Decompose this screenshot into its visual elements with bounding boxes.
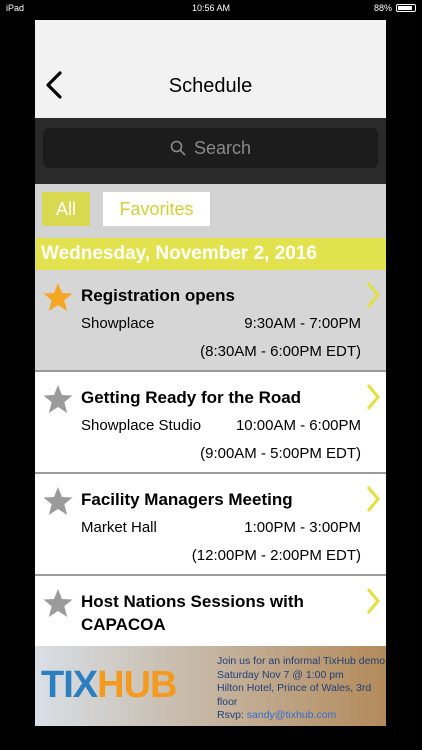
tixhub-logo: TIXHUB (41, 664, 177, 706)
chevron-right-icon (366, 486, 380, 512)
star-icon[interactable] (43, 486, 73, 516)
event-time-edt: (9:00AM - 5:00PM EDT) (200, 445, 361, 462)
app-screen: Schedule Search All Favorites Wednesday,… (35, 20, 386, 726)
chevron-right-icon (366, 588, 380, 614)
star-icon[interactable] (43, 282, 73, 312)
filter-bar: All Favorites (35, 184, 386, 238)
event-time: 9:30AM - 7:00PM (244, 315, 361, 332)
list-item[interactable]: Getting Ready for the Road Showplace Stu… (35, 372, 386, 474)
clock: 10:56 AM (191, 3, 231, 13)
rsvp-email-link[interactable]: sandy@tixhub.com (247, 709, 336, 721)
battery-icon (396, 4, 416, 12)
search-bar: Search (35, 118, 386, 184)
ad-line-1: Join us for an informal TixHub demo (217, 655, 386, 667)
event-location: Market Hall (81, 519, 157, 536)
rsvp-label: Rsvp: (217, 709, 244, 721)
list-item[interactable]: Host Nations Sessions with CAPACOA (35, 576, 386, 646)
page-title: Schedule (168, 75, 253, 97)
event-location: Showplace (81, 315, 155, 332)
ad-line-3: Hilton Hotel, Prince of Wales, 3rd floor (217, 682, 372, 708)
ad-text: Join us for an informal TixHub demo Satu… (217, 655, 386, 723)
filter-favorites-button[interactable]: Favorites (103, 192, 210, 226)
search-placeholder: Search (193, 137, 252, 158)
battery-percent: 88% (373, 3, 392, 13)
chevron-right-icon (366, 282, 380, 308)
event-time: 10:00AM - 6:00PM (235, 417, 361, 434)
battery-status: 88% (374, 3, 416, 13)
search-icon (170, 140, 186, 156)
event-location: Showplace Studio (81, 417, 202, 434)
event-name: Facility Managers Meeting (81, 490, 293, 509)
ad-banner[interactable]: TIXHUB Join us for an informal TixHub de… (35, 646, 386, 726)
list-item[interactable]: Registration opens Showplace 9:30AM - 7:… (35, 270, 386, 372)
navigation-bar: Schedule (35, 20, 386, 118)
event-time-edt: (8:30AM - 6:00PM EDT) (200, 343, 361, 360)
list-item[interactable]: Facility Managers Meeting Market Hall 1:… (35, 474, 386, 576)
event-name: Registration opens (81, 286, 235, 305)
event-time-edt: (12:00PM - 2:00PM EDT) (191, 547, 361, 564)
ad-rsvp: Rsvp: sandy@tixhub.com (217, 709, 386, 723)
ad-line-2: Saturday Nov 7 @ 1:00 pm (217, 668, 344, 681)
event-list[interactable]: Registration opens Showplace 9:30AM - 7:… (35, 270, 386, 646)
event-time: 1:00PM - 3:00PM (244, 519, 361, 536)
event-name: Host Nations Sessions with CAPACOA (81, 592, 304, 634)
event-name: Getting Ready for the Road (81, 388, 302, 407)
search-input[interactable]: Search (43, 128, 378, 168)
filter-all-button[interactable]: All (42, 192, 90, 226)
status-bar: iPad 10:56 AM 88% (0, 0, 422, 16)
star-icon[interactable] (43, 588, 73, 618)
chevron-right-icon (366, 384, 380, 410)
day-header: Wednesday, November 2, 2016 (35, 238, 386, 270)
star-icon[interactable] (43, 384, 73, 414)
